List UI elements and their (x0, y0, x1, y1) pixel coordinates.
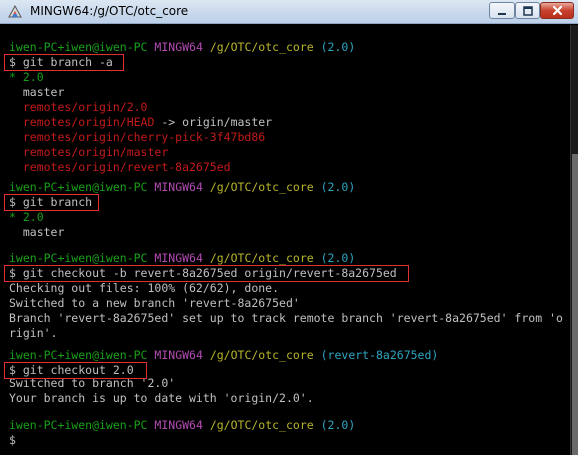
window-title: MINGW64:/g/OTC/otc_core (30, 4, 189, 18)
prompt-user-host: iwen-PC+iwen@iwen-PC (9, 251, 148, 265)
remote-branch-item: remotes/origin/revert-8a2675ed (9, 160, 231, 174)
prompt-path: /g/OTC/otc_core (209, 418, 314, 432)
maximize-icon (522, 5, 533, 16)
command-line: $ git branch -a (9, 55, 113, 69)
remote-branch-item: remotes/origin/cherry-pick-3f47bd86 (9, 130, 266, 144)
close-icon (552, 5, 562, 16)
window-titlebar[interactable]: MINGW64:/g/OTC/otc_core (0, 0, 578, 24)
remote-branch-item: remotes/origin/HEAD (9, 115, 155, 129)
prompt-branch: (revert-8a2675ed) (320, 348, 439, 362)
prompt-branch: (2.0) (320, 40, 356, 54)
remote-branch-item: remotes/origin/2.0 (9, 100, 148, 114)
prompt-line: iwen-PC+iwen@iwen-PC MINGW64 /g/OTC/otc_… (9, 40, 355, 55)
command-line: $ (9, 433, 16, 447)
output-line: Switched to a new branch 'revert-8a2675e… (9, 296, 300, 310)
prompt-user-host: iwen-PC+iwen@iwen-PC (9, 180, 148, 194)
prompt-user-host: iwen-PC+iwen@iwen-PC (9, 418, 148, 432)
command-line: $ git branch (9, 195, 93, 209)
prompt-env: MINGW64 (154, 180, 203, 194)
output-line: Branch 'revert-8a2675ed' set up to track… (9, 311, 563, 325)
close-button[interactable] (540, 2, 574, 19)
prompt-path: /g/OTC/otc_core (209, 251, 314, 265)
prompt-branch: (2.0) (320, 251, 356, 265)
output-line: rigin'. (9, 326, 58, 340)
prompt-line: iwen-PC+iwen@iwen-PC MINGW64 /g/OTC/otc_… (9, 418, 355, 433)
minimize-icon (498, 12, 506, 15)
output-line: Switched to branch '2.0' (9, 376, 176, 390)
command-line: $ git checkout -b revert-8a2675ed origin… (9, 266, 397, 280)
prompt-env: MINGW64 (154, 251, 203, 265)
prompt-path: /g/OTC/otc_core (209, 348, 314, 362)
prompt-env: MINGW64 (154, 40, 203, 54)
prompt-branch: (2.0) (320, 418, 356, 432)
scrollbar-thumb[interactable] (572, 154, 578, 455)
prompt-env: MINGW64 (154, 418, 203, 432)
minimize-button[interactable] (489, 2, 515, 19)
prompt-user-host: iwen-PC+iwen@iwen-PC (9, 40, 148, 54)
prompt-line: iwen-PC+iwen@iwen-PC MINGW64 /g/OTC/otc_… (9, 180, 355, 195)
prompt-line: iwen-PC+iwen@iwen-PC MINGW64 /g/OTC/otc_… (9, 348, 438, 363)
vertical-scrollbar[interactable] (570, 25, 578, 455)
prompt-branch: (2.0) (320, 180, 356, 194)
output-line: Checking out files: 100% (62/62), done. (9, 281, 280, 295)
prompt-line: iwen-PC+iwen@iwen-PC MINGW64 /g/OTC/otc_… (9, 251, 355, 266)
remote-branch-item: remotes/origin/master (9, 145, 169, 159)
maximize-button[interactable] (515, 2, 540, 19)
mingw-app-icon[interactable] (7, 4, 23, 20)
prompt-user-host: iwen-PC+iwen@iwen-PC (9, 348, 148, 362)
prompt-path: /g/OTC/otc_core (209, 40, 314, 54)
prompt-path: /g/OTC/otc_core (209, 180, 314, 194)
current-branch: * 2.0 (9, 210, 44, 224)
branch-item: master (9, 85, 65, 99)
remote-head-target: -> origin/master (154, 115, 273, 129)
output-line: Your branch is up to date with 'origin/2… (9, 391, 314, 405)
prompt-env: MINGW64 (154, 348, 203, 362)
remote-head-line: remotes/origin/HEAD -> origin/master (9, 115, 272, 130)
terminal-output[interactable]: iwen-PC+iwen@iwen-PC MINGW64 /g/OTC/otc_… (0, 25, 570, 455)
current-branch: * 2.0 (9, 70, 44, 84)
branch-item: master (9, 225, 65, 239)
